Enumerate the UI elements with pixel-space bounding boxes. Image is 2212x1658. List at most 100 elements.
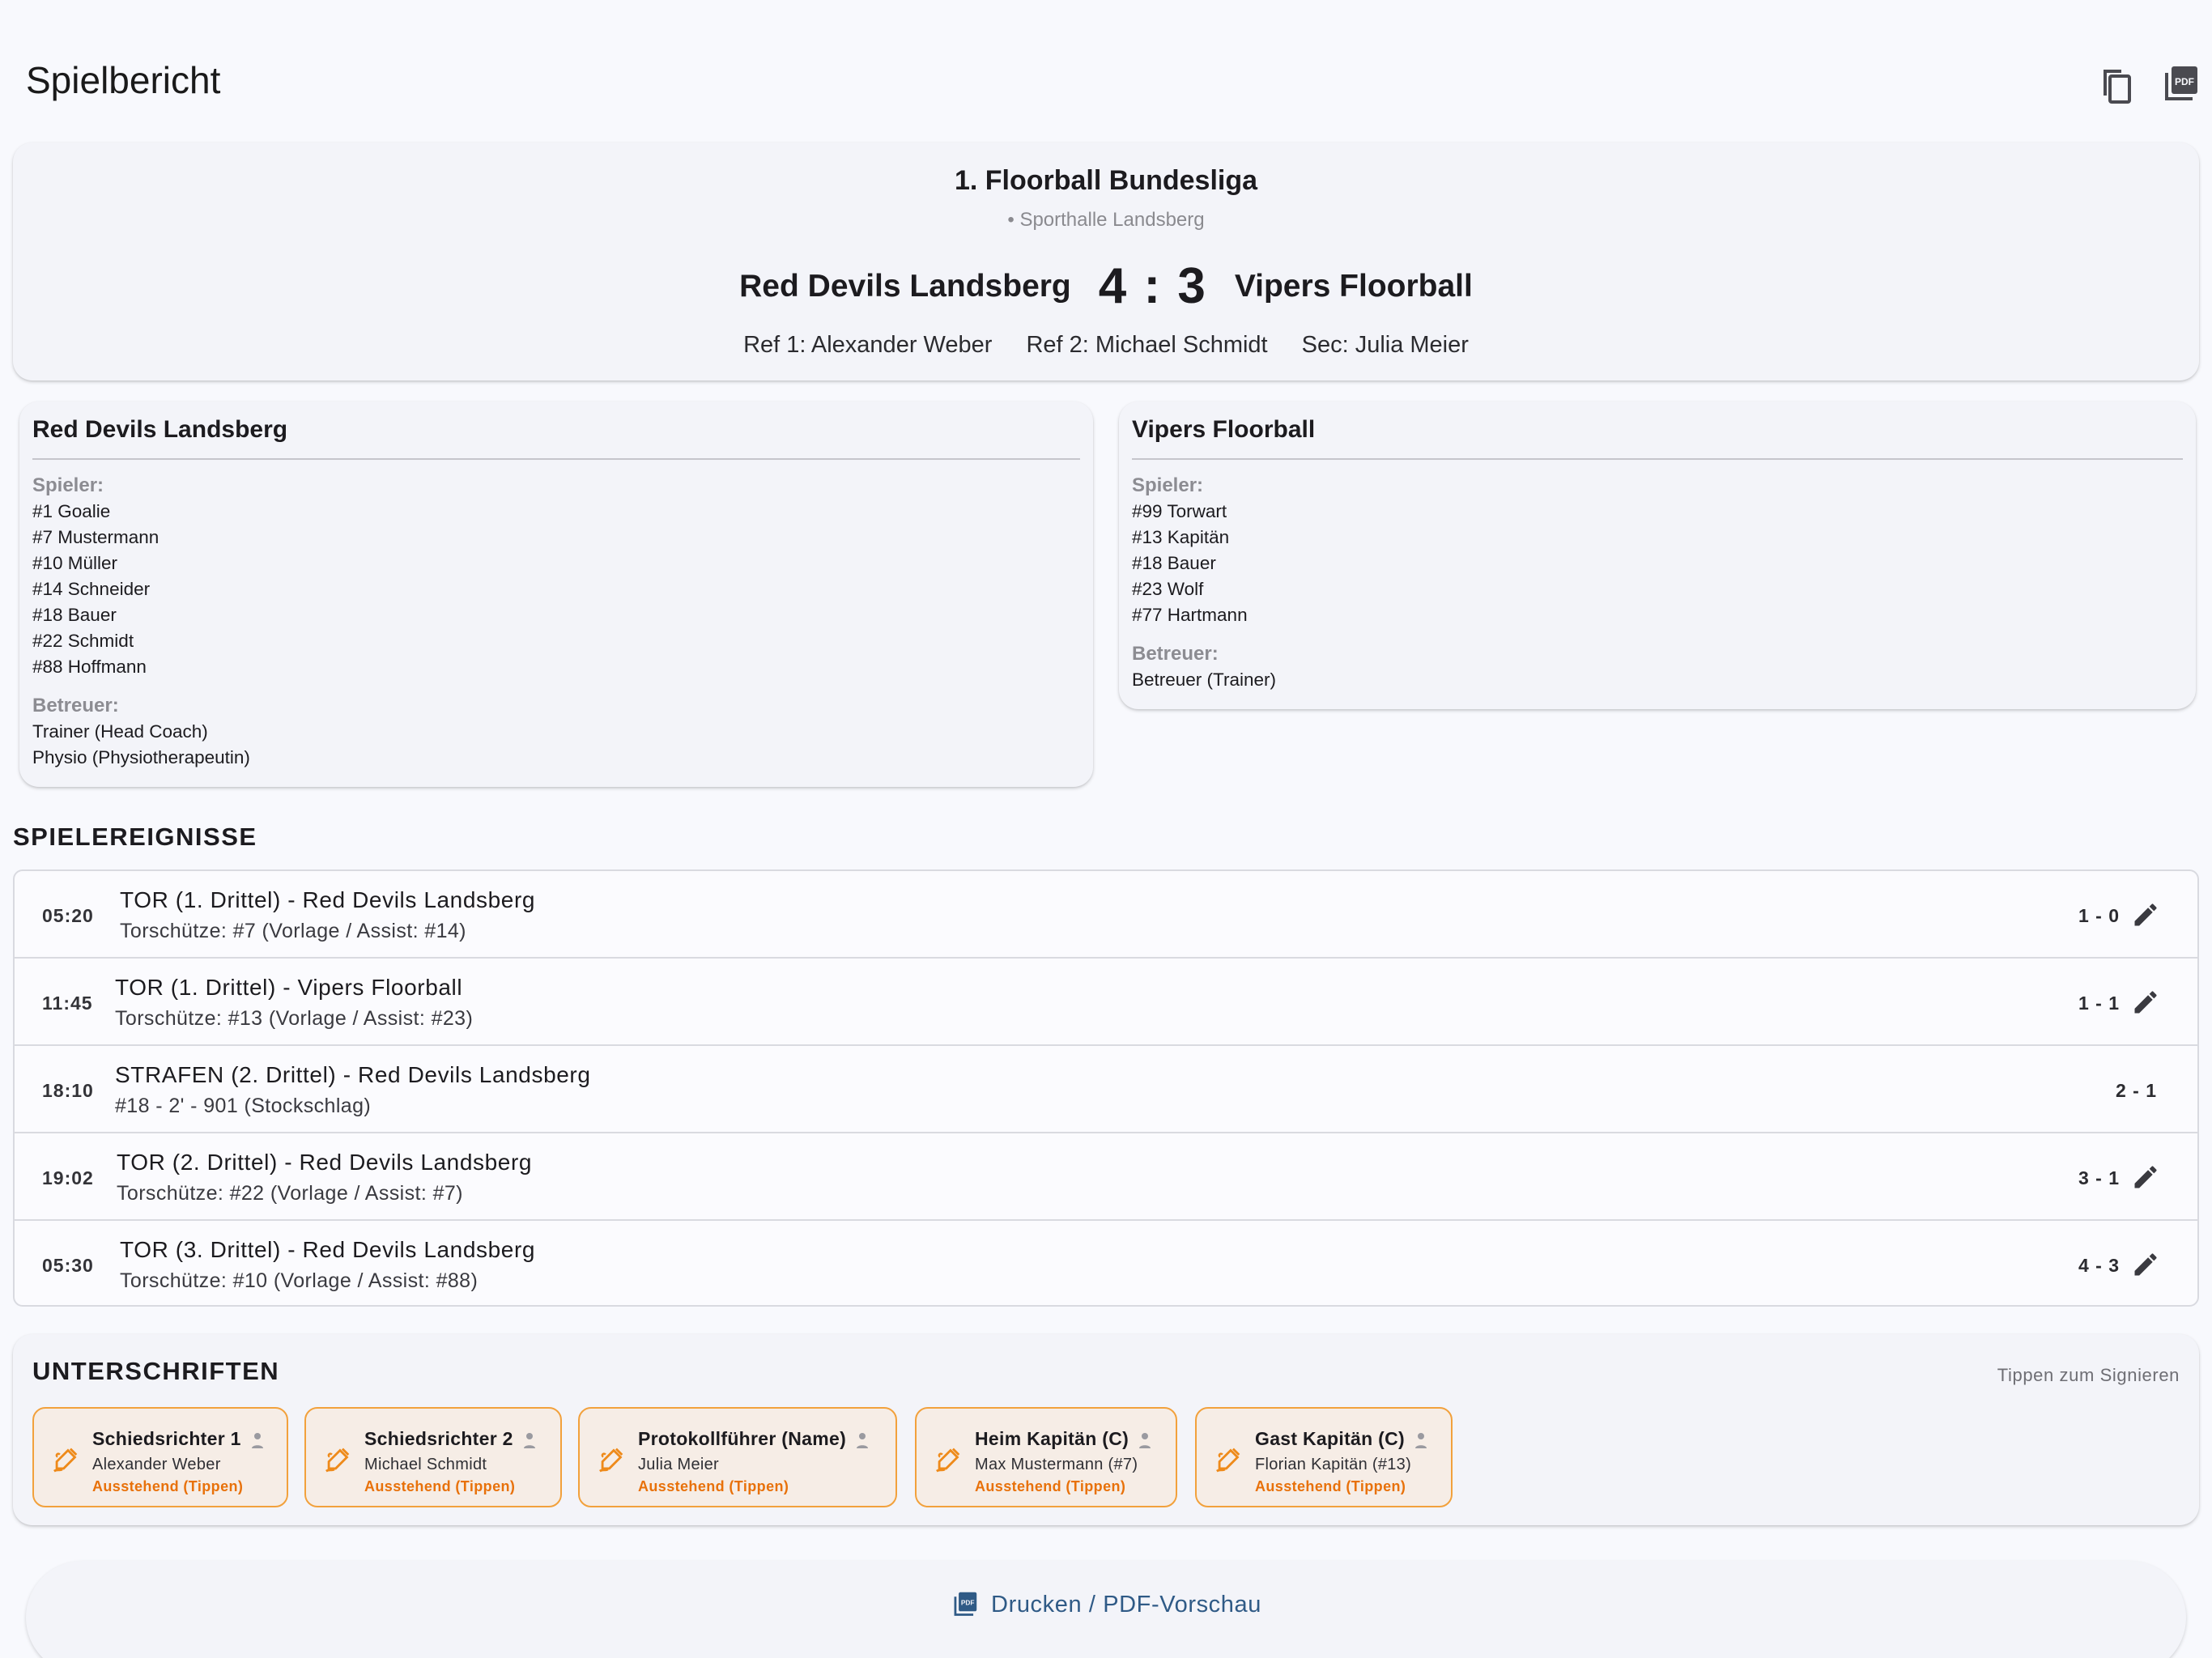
print-pdf-preview-button[interactable]: PDF Drucken / PDF-Vorschau — [26, 1561, 2186, 1658]
signature-tile-secretary[interactable]: Protokollführer (Name) Julia Meier Ausst… — [578, 1407, 897, 1507]
signature-pen-icon — [936, 1448, 960, 1473]
edit-event-button[interactable] — [2131, 988, 2160, 1017]
signature-role: Schiedsrichter 2 — [364, 1428, 538, 1450]
league-name: 1. Floorball Bundesliga — [954, 165, 1258, 196]
person-icon — [1414, 1432, 1427, 1448]
pencil-icon — [2134, 1253, 2157, 1276]
signature-status: Ausstehend (Tippen) — [1255, 1478, 1406, 1494]
roster-body: Spieler: #99 Torwart #13 Kapitän #18 Bau… — [1132, 473, 2183, 693]
event-detail: Torschütze: #10 (Vorlage / Assist: #88) — [120, 1269, 479, 1292]
player-item: #18 Bauer — [1132, 553, 1216, 573]
signature-person-name: Alexander Weber — [92, 1456, 221, 1473]
person-icon — [523, 1432, 535, 1448]
player-item: #22 Schmidt — [32, 631, 134, 651]
players-label: Spieler: — [32, 474, 104, 496]
pencil-icon — [2134, 903, 2157, 926]
player-item: #18 Bauer — [32, 605, 117, 625]
player-item: #7 Mustermann — [32, 527, 160, 547]
event-score: 1 - 1 — [2078, 993, 2120, 1014]
officials-line: Ref 1: Alexander Weber Ref 2: Michael Sc… — [13, 332, 2199, 359]
event-time: 18:10 — [42, 1080, 94, 1101]
events-section-title: SPIELEREIGNISSE — [13, 823, 257, 851]
signature-tile-referee-2[interactable]: Schiedsrichter 2 Michael Schmidt Aussteh… — [304, 1407, 562, 1507]
home-roster-card: Red Devils Landsberg Spieler: #1 Goalie … — [19, 402, 1093, 787]
home-team-name: Red Devils Landsberg — [739, 268, 1071, 304]
signature-status: Ausstehend (Tippen) — [975, 1478, 1126, 1494]
edit-event-button[interactable] — [2131, 900, 2160, 929]
signatures-section-title: UNTERSCHRIFTEN — [32, 1357, 280, 1385]
roster-team-name: Vipers Floorball — [1132, 416, 1316, 443]
signature-tile-home-captain[interactable]: Heim Kapitän (C) Max Mustermann (#7) Aus… — [915, 1407, 1177, 1507]
secretary: Sec: Julia Meier — [1301, 332, 1469, 358]
signature-person-name: Julia Meier — [638, 1456, 719, 1473]
event-detail: Torschütze: #7 (Vorlage / Assist: #14) — [120, 920, 466, 942]
divider — [32, 458, 1080, 460]
game-report-page: Spielbericht PDF 1. Floorball Bundesliga… — [0, 0, 2212, 1658]
roster-team-name: Red Devils Landsberg — [32, 416, 288, 443]
player-item: #77 Hartmann — [1132, 605, 1248, 625]
signatures-hint: Tippen zum Signieren — [1997, 1365, 2180, 1385]
page-title: Spielbericht — [26, 59, 221, 101]
event-score: 4 - 3 — [2078, 1255, 2120, 1276]
player-item: #13 Kapitän — [1132, 527, 1230, 547]
player-item: #1 Goalie — [32, 501, 111, 521]
referee-1: Ref 1: Alexander Weber — [743, 332, 993, 358]
staff-item: Physio (Physiotherapeutin) — [32, 747, 250, 767]
svg-text:PDF: PDF — [961, 1599, 975, 1607]
venue: • Sporthalle Landsberg — [1007, 209, 1205, 231]
signature-role: Schiedsrichter 1 — [92, 1428, 266, 1450]
pencil-icon — [2134, 1166, 2157, 1188]
event-score: 1 - 0 — [2078, 905, 2120, 926]
roster-body: Spieler: #1 Goalie #7 Mustermann #10 Mül… — [32, 473, 1080, 771]
event-detail: Torschütze: #22 (Vorlage / Assist: #7) — [117, 1182, 463, 1205]
player-item: #23 Wolf — [1132, 579, 1204, 599]
event-time: 05:20 — [42, 905, 94, 926]
event-score: 3 - 1 — [2078, 1167, 2120, 1188]
signature-person-name: Florian Kapitän (#13) — [1255, 1456, 1412, 1473]
event-time: 11:45 — [42, 993, 93, 1014]
scoreline: Red Devils Landsberg 4 : 3 Vipers Floorb… — [13, 257, 2199, 315]
signature-pen-icon — [599, 1448, 623, 1473]
signature-person-name: Max Mustermann (#7) — [975, 1456, 1138, 1473]
event-row[interactable]: 18:10 STRAFEN (2. Drittel) - Red Devils … — [15, 1046, 2197, 1133]
event-title: STRAFEN (2. Drittel) - Red Devils Landsb… — [115, 1062, 591, 1087]
referee-2: Ref 2: Michael Schmidt — [1026, 332, 1268, 358]
app-bar: Spielbericht PDF — [0, 0, 2212, 146]
signature-status: Ausstehend (Tippen) — [92, 1478, 244, 1494]
signature-role: Protokollführer (Name) — [638, 1428, 870, 1450]
edit-event-button[interactable] — [2131, 1250, 2160, 1279]
edit-event-button[interactable] — [2131, 1163, 2160, 1192]
event-title: TOR (2. Drittel) - Red Devils Landsberg — [117, 1150, 533, 1175]
person-icon — [857, 1432, 869, 1448]
event-time: 05:30 — [42, 1255, 94, 1276]
event-detail: #18 - 2' - 901 (Stockschlag) — [115, 1095, 372, 1117]
signatures-card: UNTERSCHRIFTEN Tippen zum Signieren Schi… — [13, 1334, 2199, 1525]
event-row[interactable]: 19:02 TOR (2. Drittel) - Red Devils Land… — [15, 1133, 2197, 1221]
pdf-icon: PDF — [954, 1592, 977, 1616]
staff-label: Betreuer: — [1132, 643, 1219, 665]
staff-item: Betreuer (Trainer) — [1132, 670, 1276, 690]
signature-status: Ausstehend (Tippen) — [638, 1478, 789, 1494]
away-roster-card: Vipers Floorball Spieler: #99 Torwart #1… — [1119, 402, 2196, 709]
person-icon — [1139, 1432, 1151, 1448]
event-row[interactable]: 05:20 TOR (1. Drittel) - Red Devils Land… — [15, 871, 2197, 959]
event-title: TOR (1. Drittel) - Vipers Floorball — [115, 975, 463, 1000]
away-team-name: Vipers Floorball — [1234, 268, 1473, 304]
player-item: #88 Hoffmann — [32, 657, 147, 677]
person-icon — [251, 1432, 263, 1448]
signature-pen-icon — [1216, 1448, 1240, 1473]
pdf-export-button[interactable]: PDF — [2160, 63, 2199, 105]
signature-tile-away-captain[interactable]: Gast Kapitän (C) Florian Kapitän (#13) A… — [1195, 1407, 1453, 1507]
event-row[interactable]: 11:45 TOR (1. Drittel) - Vipers Floorbal… — [15, 959, 2197, 1046]
event-row[interactable]: 05:30 TOR (3. Drittel) - Red Devils Land… — [15, 1221, 2197, 1305]
event-title: TOR (3. Drittel) - Red Devils Landsberg — [120, 1237, 536, 1262]
match-header-card: 1. Floorball Bundesliga • Sporthalle Lan… — [13, 142, 2199, 380]
signature-person-name: Michael Schmidt — [364, 1456, 487, 1473]
signature-pen-icon — [325, 1448, 350, 1473]
signature-pen-icon — [53, 1448, 78, 1473]
signature-tile-referee-1[interactable]: Schiedsrichter 1 Alexander Weber Aussteh… — [32, 1407, 288, 1507]
players-label: Spieler: — [1132, 474, 1204, 496]
staff-label: Betreuer: — [32, 695, 119, 716]
copy-button[interactable] — [2095, 63, 2134, 105]
player-item: #99 Torwart — [1132, 501, 1227, 521]
